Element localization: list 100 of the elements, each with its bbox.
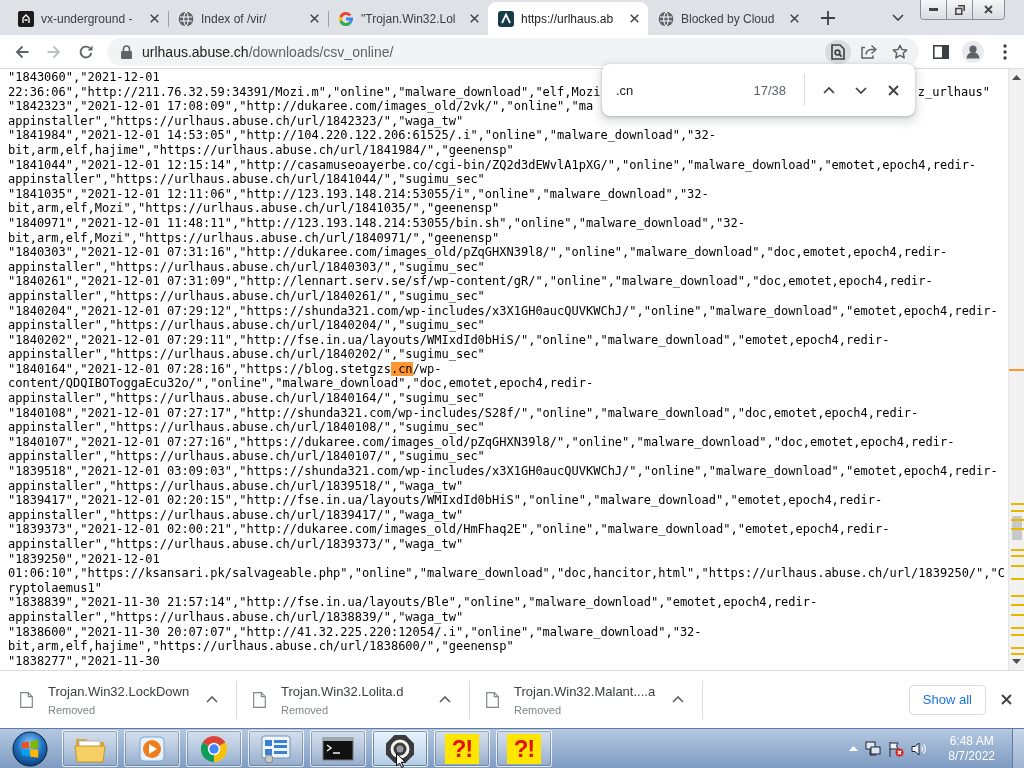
text-line: appinstaller","https://urlhaus.abuse.ch/url/1839373/","waga_tw"	[8, 537, 465, 552]
find-button[interactable]	[825, 39, 851, 64]
chevron-up-icon	[672, 696, 684, 703]
chevron-up-icon	[439, 696, 451, 703]
plus-icon	[821, 11, 835, 25]
scroll-up-icon[interactable]	[1012, 75, 1021, 80]
text-line: "1840971","2021-12-01 11:48:11","http://123.193.148.214:53055/bin.sh","online","malware_download","32-	[8, 215, 746, 231]
scroll-down-icon[interactable]	[1012, 659, 1021, 664]
text-line: appinstaller","https://urlhaus.abuse.ch/url/1840164/","sugimu_sec"	[8, 391, 486, 406]
restore-button[interactable]	[947, 0, 973, 19]
minimize-button[interactable]	[921, 0, 947, 19]
text-line: "1843060","2021-12-01	[8, 70, 161, 85]
text-line: "1840108","2021-12-01 07:27:17","http://shunda321.com/wp-includes/S28f/","online","malware_download","doc,emotet,epoch4,redir-	[8, 405, 920, 421]
text-line: appinstaller","https://urlhaus.abuse.ch/url/1840108/","sugimu_sec"	[8, 420, 486, 435]
text-line: bit,arm,elf,hajime","https://urlhaus.abuse.ch/url/1841984/","geenensp"	[8, 142, 515, 158]
text-line: /wp-	[412, 361, 442, 377]
browser-tab[interactable]: Index of /vir/	[168, 2, 328, 35]
text-line: appinstaller","https://urlhaus.abuse.ch/url/1840202/","sugimu_sec"	[8, 347, 486, 362]
find-field[interactable]: .cn	[616, 78, 750, 102]
site-logo-icon	[18, 10, 34, 27]
file-name[interactable]: Trojan.Win32.Lolita.d	[281, 683, 404, 699]
text-line: "1840303","2021-12-01 07:31:16","http://dukaree.com/images_old/pZqGHXN39l8/","online","malware_download","doc,emotet,epoch4,redir-	[8, 245, 949, 260]
close-window-button[interactable]	[973, 0, 1004, 19]
globe-icon	[178, 10, 194, 27]
close-icon	[789, 14, 799, 23]
chevron-down-icon	[855, 86, 867, 94]
text-line: "1840204","2021-12-01 07:29:12","https://shunda321.com/wp-includes/x3X1GH0aucQUVKWChJ/","online","malware_download","emotet,epoch4,redir-	[8, 303, 999, 319]
terminal-icon	[322, 736, 354, 761]
text-line: appinstaller","https://urlhaus.abuse.ch/url/1840261/","sugimu_sec"	[8, 288, 486, 304]
text-line: bit,arm,elf,Mozi","https://urlhaus.abuse.ch/url/1841035/","geenensp"	[8, 201, 501, 216]
text-line: appinstaller","https://urlhaus.abuse.ch/url/1840303/","sugimu_sec"	[8, 259, 486, 275]
file-icon	[253, 691, 266, 708]
search-match: .cn	[390, 361, 413, 377]
clock-time: 6:48 AM	[949, 733, 994, 749]
taskbar-button[interactable]	[372, 730, 428, 767]
browser-tab[interactable]: "Trojan.Win32.Lol	[328, 2, 488, 35]
text-line: appinstaller","https://urlhaus.abuse.ch/url/1841044/","sugimu_sec"	[8, 172, 486, 187]
text-line: appinstaller","https://urlhaus.abuse.ch/url/1840107/","sugimu_sec"	[8, 449, 486, 465]
text-line: "1840107","2021-12-01 07:27:16","https://dukaree.com/images_old/pZqGHXN39l8/","online","malware_download","doc,emotet,epoch4,redir-	[8, 434, 956, 450]
show-all-button[interactable]: Show all	[908, 684, 986, 715]
text-line: appinstaller","https://urlhaus.abuse.ch/url/1842323/","waga_tw"	[8, 113, 465, 129]
text-line: "1839373","2021-12-01 02:00:21","http://dukaree.com/images_old/HmFhaq2E","online","malware_download","emotet,epoch4,redir-	[8, 522, 891, 537]
flag-alert-icon[interactable]	[888, 740, 905, 757]
caret-logo-icon	[498, 10, 514, 27]
text-line: appinstaller","https://urlhaus.abuse.ch/url/1839417/","waga_tw"	[8, 507, 465, 523]
close-icon	[149, 14, 159, 23]
close-icon	[629, 14, 639, 23]
alert-icon: ?!	[445, 733, 479, 764]
text-line: 01:06:10","https://ksansari.pk/salvageable.php","online","malware_download","doc,hancitor,html","https://urlhaus.abuse.ch/url/1839250/","C	[8, 566, 1006, 581]
scrollbar[interactable]	[1008, 69, 1024, 670]
text-line: "1842323","2021-12-01 17:08:09","http://dukaree.com/images_old/2vk/","online","ma	[8, 99, 595, 114]
menu-icon	[1003, 43, 1007, 60]
g-logo-icon	[338, 10, 354, 27]
text-line: 22:36:06","http://211.76.32.59:34391/Mozi.m","online","malware_download","elf,Mozi	[8, 84, 601, 100]
text-line: bit,arm,elf,hajime","https://urlhaus.abuse.ch/url/1838600/","geenensp"	[8, 639, 515, 654]
taskbar-button[interactable]: ?!	[496, 730, 552, 767]
minimize-icon	[929, 8, 938, 11]
network-icon[interactable]	[865, 740, 882, 757]
reload-icon	[78, 43, 94, 60]
text-line: appinstaller","https://urlhaus.abuse.ch/url/1839518/","waga_tw"	[8, 478, 465, 494]
taskbar-button[interactable]	[310, 730, 366, 767]
play-icon	[138, 734, 166, 763]
file-name[interactable]: Trojan.Win32.LockDown	[48, 683, 190, 699]
browser-tab[interactable]: vx-underground -	[8, 2, 168, 35]
alert-icon: ?!	[507, 733, 541, 764]
octagon-logo-icon	[385, 733, 415, 764]
file-icon	[486, 691, 499, 708]
show-desktop-button[interactable]	[1012, 729, 1024, 768]
taskbar-button[interactable]: ?!	[434, 730, 490, 767]
text-line: "1839250","2021-12-01	[8, 551, 161, 567]
close-icon	[887, 84, 899, 96]
chevron-down-icon	[892, 13, 904, 21]
back-arrow-icon	[14, 43, 30, 60]
browser-tab[interactable]: https://urlhaus.ab	[488, 2, 648, 35]
text-line: "1840164","2021-12-01 07:28:16","https://blog.stetgzs	[8, 361, 391, 377]
text-line: z_urlhaus"	[917, 84, 990, 100]
restore-icon	[954, 4, 965, 15]
file-name[interactable]: Trojan.Win32.Malant....a	[514, 683, 656, 699]
close-icon	[1000, 694, 1012, 705]
text-line: appinstaller","https://urlhaus.abuse.ch/url/1838839/","waga_tw"	[8, 609, 465, 625]
close-icon	[984, 5, 993, 14]
text-line: "1838839","2021-11-30 21:57:14","http://fse.in.ua/layouts/Ble","online","malware_download","emotet,epoch4,redir-	[8, 595, 819, 610]
text-line: "1841984","2021-12-01 14:53:05","http://104.220.122.206:61525/.i","online","malware_download","32-	[8, 128, 717, 143]
text-line: "1841035","2021-12-01 12:11:06","http://123.193.148.214:53055/i","online","malware_download","32-	[8, 186, 710, 202]
speaker-icon[interactable]	[911, 740, 928, 757]
mouse-pointer-icon	[396, 753, 406, 768]
dashboard-icon	[260, 733, 292, 764]
match-count: 17/38	[753, 82, 786, 98]
text-line: appinstaller","https://urlhaus.abuse.ch/url/1840204/","sugimu_sec"	[8, 318, 486, 333]
avatar-icon	[962, 40, 984, 63]
browser-tab[interactable]: Blocked by Cloud	[648, 2, 808, 35]
lock-icon	[121, 44, 132, 59]
address-bar[interactable]: urlhaus.abuse.ch/downloads/csv_online/	[107, 37, 919, 66]
clock-date: 8/7/2022	[948, 748, 995, 764]
text-line: "1840202","2021-12-01 07:29:11","http://fse.in.ua/layouts/WMIxdId0bHiS/","online","malware_download","emotet,epoch4,redir-	[8, 332, 891, 348]
text-line: bit,arm,elf,Mozi","https://urlhaus.abuse.ch/url/1840971/","geenensp"	[8, 230, 501, 246]
star-icon	[892, 43, 908, 60]
find-in-page-icon	[831, 43, 845, 60]
file-icon	[20, 691, 33, 708]
start-orb-icon	[12, 730, 48, 767]
